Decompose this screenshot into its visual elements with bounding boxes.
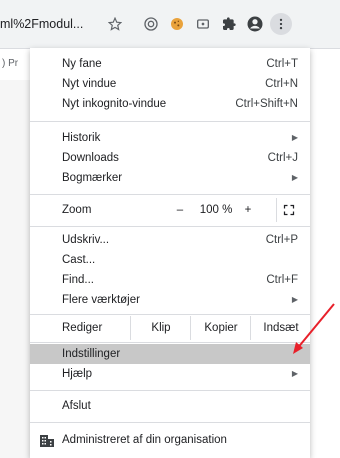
menu-separator xyxy=(30,390,310,391)
menu-item-label: Bogmærker xyxy=(62,172,123,184)
zoom-out-button[interactable]: – xyxy=(170,198,190,222)
menu-item-bookmarks[interactable]: Bogmærker ▶ xyxy=(30,168,310,188)
menu-item-label: Afslut xyxy=(62,400,91,412)
menu-item-label: Hjælp xyxy=(62,368,93,380)
menu-item-label: Indstillinger xyxy=(62,348,121,360)
menu-separator xyxy=(30,422,310,423)
submenu-arrow-icon: ▶ xyxy=(291,369,298,378)
copy-button[interactable]: Kopier xyxy=(190,316,251,340)
zoom-in-button[interactable]: + xyxy=(238,198,258,222)
menu-item-find[interactable]: Find... Ctrl+F xyxy=(30,270,310,290)
menu-item-downloads[interactable]: Downloads Ctrl+J xyxy=(30,148,310,168)
menu-item-print[interactable]: Udskriv... Ctrl+P xyxy=(30,230,310,250)
menu-item-settings[interactable]: Indstillinger xyxy=(30,344,310,364)
star-icon[interactable] xyxy=(104,13,126,35)
cookie-extension-icon[interactable] xyxy=(166,13,188,35)
menu-item-shortcut: Ctrl+N xyxy=(265,78,298,90)
menu-separator xyxy=(30,194,310,195)
menu-item-edit: Rediger Klip Kopier Indsæt xyxy=(30,316,310,340)
menu-item-label: Zoom xyxy=(62,204,92,216)
browser-toolbar: ml%2Fmodul... xyxy=(0,0,340,49)
menu-item-managed[interactable]: Administreret af din organisation xyxy=(30,430,310,450)
menu-item-shortcut: Ctrl+Shift+N xyxy=(235,98,298,110)
building-icon xyxy=(40,434,54,447)
menu-item-shortcut: Ctrl+T xyxy=(266,58,298,70)
submenu-arrow-icon: ▶ xyxy=(291,133,298,142)
bookmark-fragment: ) Pr xyxy=(2,58,19,69)
menu-item-label: Flere værktøjer xyxy=(62,294,140,306)
menu-item-shortcut: Ctrl+P xyxy=(265,234,298,246)
menu-item-label: Ny fane xyxy=(62,58,102,70)
extension-icon-2[interactable] xyxy=(192,13,214,35)
bookmarks-bar: ) Pr xyxy=(0,49,30,79)
menu-item-shortcut: Ctrl+J xyxy=(267,152,298,164)
profile-icon[interactable] xyxy=(244,13,266,35)
chrome-main-menu: Ny fane Ctrl+T Nyt vindue Ctrl+N Nyt ink… xyxy=(30,48,310,458)
menu-item-new-window[interactable]: Nyt vindue Ctrl+N xyxy=(30,74,310,94)
menu-item-help[interactable]: Hjælp ▶ xyxy=(30,364,310,384)
menu-item-cast[interactable]: Cast... xyxy=(30,250,310,270)
menu-item-label: Udskriv... xyxy=(62,234,110,246)
menu-item-label: Rediger xyxy=(62,322,103,334)
menu-item-label: Nyt vindue xyxy=(62,78,117,90)
menu-item-shortcut: Ctrl+F xyxy=(266,274,298,286)
zoom-level: 100 % xyxy=(199,204,233,216)
menu-item-label: Administreret af din organisation xyxy=(62,434,227,446)
menu-item-label: Downloads xyxy=(62,152,119,164)
menu-separator xyxy=(30,342,310,343)
fullscreen-icon[interactable] xyxy=(276,198,301,222)
address-text: ml%2Fmodul... xyxy=(0,17,84,31)
menu-item-new-tab[interactable]: Ny fane Ctrl+T xyxy=(30,54,310,74)
menu-item-exit[interactable]: Afslut xyxy=(30,396,310,416)
menu-item-label: Find... xyxy=(62,274,94,286)
page-background xyxy=(0,80,30,458)
menu-item-history[interactable]: Historik ▶ xyxy=(30,128,310,148)
menu-item-label: Nyt inkognito-vindue xyxy=(62,98,167,110)
menu-separator xyxy=(30,226,310,227)
menu-item-label: Cast... xyxy=(62,254,96,266)
more-icon[interactable] xyxy=(270,13,292,35)
cut-button[interactable]: Klip xyxy=(130,316,191,340)
menu-item-label: Historik xyxy=(62,132,101,144)
paste-button[interactable]: Indsæt xyxy=(250,316,311,340)
menu-separator xyxy=(30,314,310,315)
menu-item-incognito[interactable]: Nyt inkognito-vindue Ctrl+Shift+N xyxy=(30,94,310,114)
menu-separator xyxy=(30,121,310,122)
menu-item-zoom: Zoom – 100 % + xyxy=(30,198,310,222)
extension-icon-1[interactable] xyxy=(140,13,162,35)
puzzle-icon[interactable] xyxy=(218,13,240,35)
submenu-arrow-icon: ▶ xyxy=(291,295,298,304)
menu-item-more-tools[interactable]: Flere værktøjer ▶ xyxy=(30,290,310,310)
submenu-arrow-icon: ▶ xyxy=(291,173,298,182)
